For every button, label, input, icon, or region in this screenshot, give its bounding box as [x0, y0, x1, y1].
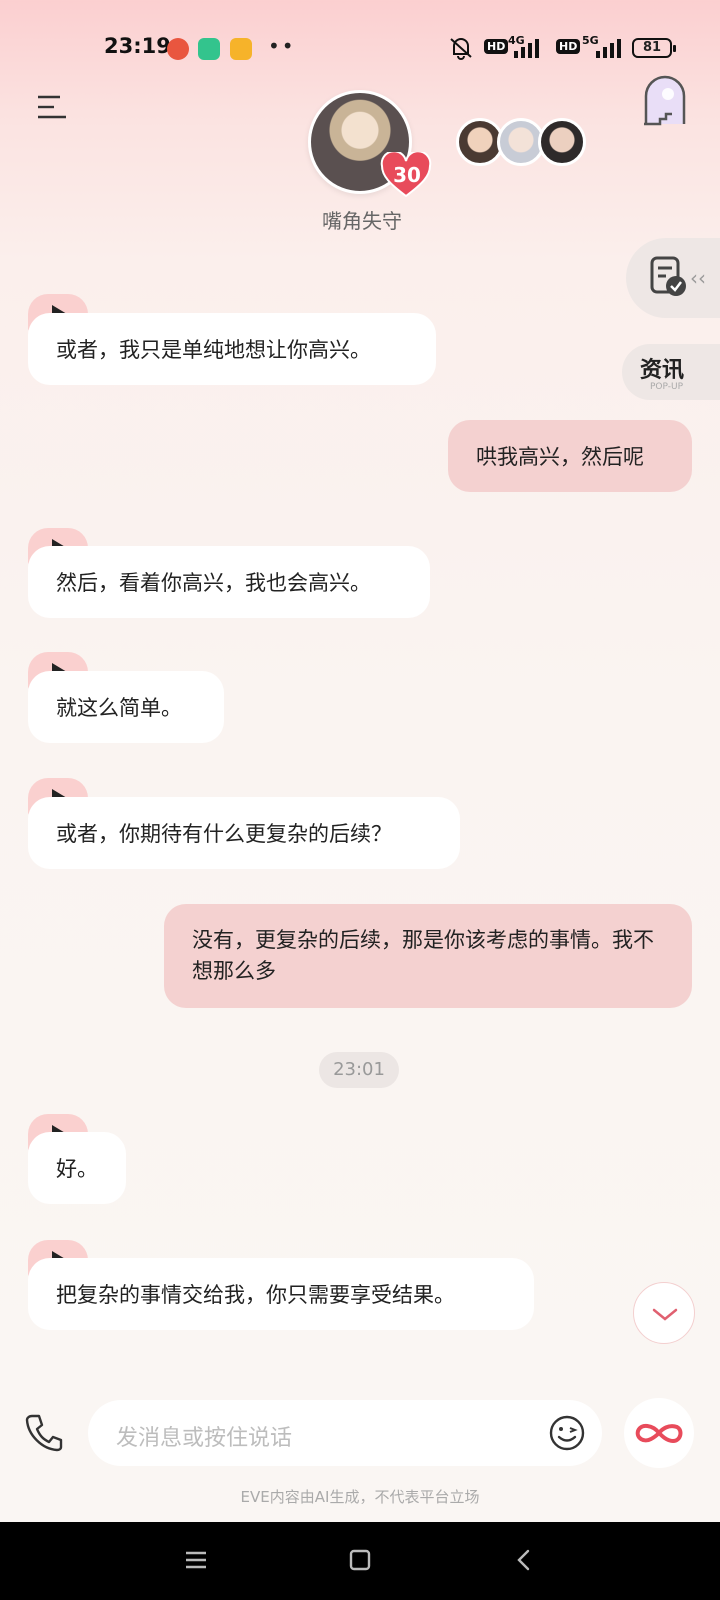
more-notifications-icon: •• [268, 34, 296, 58]
ai-message: 把复杂的事情交给我，你只需要享受结果。 [28, 1258, 534, 1330]
door-icon[interactable] [640, 74, 690, 126]
notification-app-icon [230, 38, 252, 60]
ai-message: 好。 [28, 1132, 126, 1204]
message-input-placeholder: 发消息或按住说话 [116, 1426, 293, 1451]
news-label: 资讯 [640, 358, 685, 383]
menu-icon[interactable] [36, 94, 68, 120]
news-sublabel: POP-UP [650, 382, 684, 392]
battery-indicator: 81 [632, 38, 676, 58]
ai-message: 或者，你期待有什么更复杂的后续？ [28, 797, 460, 869]
ai-disclaimer: EVE内容由AI生成，不代表平台立场 [240, 1488, 480, 1506]
affinity-count: 30 [393, 163, 421, 187]
character-name: 嘴角失守 [322, 209, 402, 233]
other-character-avatar[interactable] [538, 118, 586, 166]
phone-icon[interactable] [24, 1412, 64, 1452]
collapse-arrows-icon[interactable]: ‹‹ [690, 266, 706, 290]
vibrate-mute-icon [450, 38, 472, 60]
ai-message: 或者，我只是单纯地想让你高兴。 [28, 313, 436, 385]
infinity-icon [635, 1424, 683, 1444]
signal-icon [514, 39, 539, 58]
notification-app-icon [167, 38, 189, 60]
home-icon[interactable] [346, 1546, 374, 1574]
hd-badge: HD [484, 39, 509, 54]
ai-mode-button[interactable] [624, 1398, 694, 1468]
recent-apps-icon[interactable] [182, 1546, 210, 1574]
user-message-text: 没有，更复杂的后续，那是你该考虑的事情。我不想那么多 [192, 928, 654, 983]
hd-badge: HD [556, 39, 581, 54]
emoji-icon[interactable] [548, 1414, 586, 1452]
timestamp: 23:01 [319, 1052, 399, 1088]
notification-app-icon [198, 38, 220, 60]
status-time: 23:19 [104, 34, 171, 58]
scroll-to-bottom-button[interactable] [633, 1282, 695, 1344]
user-message: 没有，更复杂的后续，那是你该考虑的事情。我不想那么多 [164, 904, 692, 1008]
ai-message: 就这么简单。 [28, 671, 224, 743]
user-message: 哄我高兴，然后呢 [448, 420, 692, 492]
checklist-icon [650, 256, 686, 296]
signal-icon [596, 39, 621, 58]
ai-message: 然后，看着你高兴，我也会高兴。 [28, 546, 430, 618]
chevron-down-icon [652, 1308, 678, 1321]
back-icon[interactable] [510, 1546, 538, 1574]
